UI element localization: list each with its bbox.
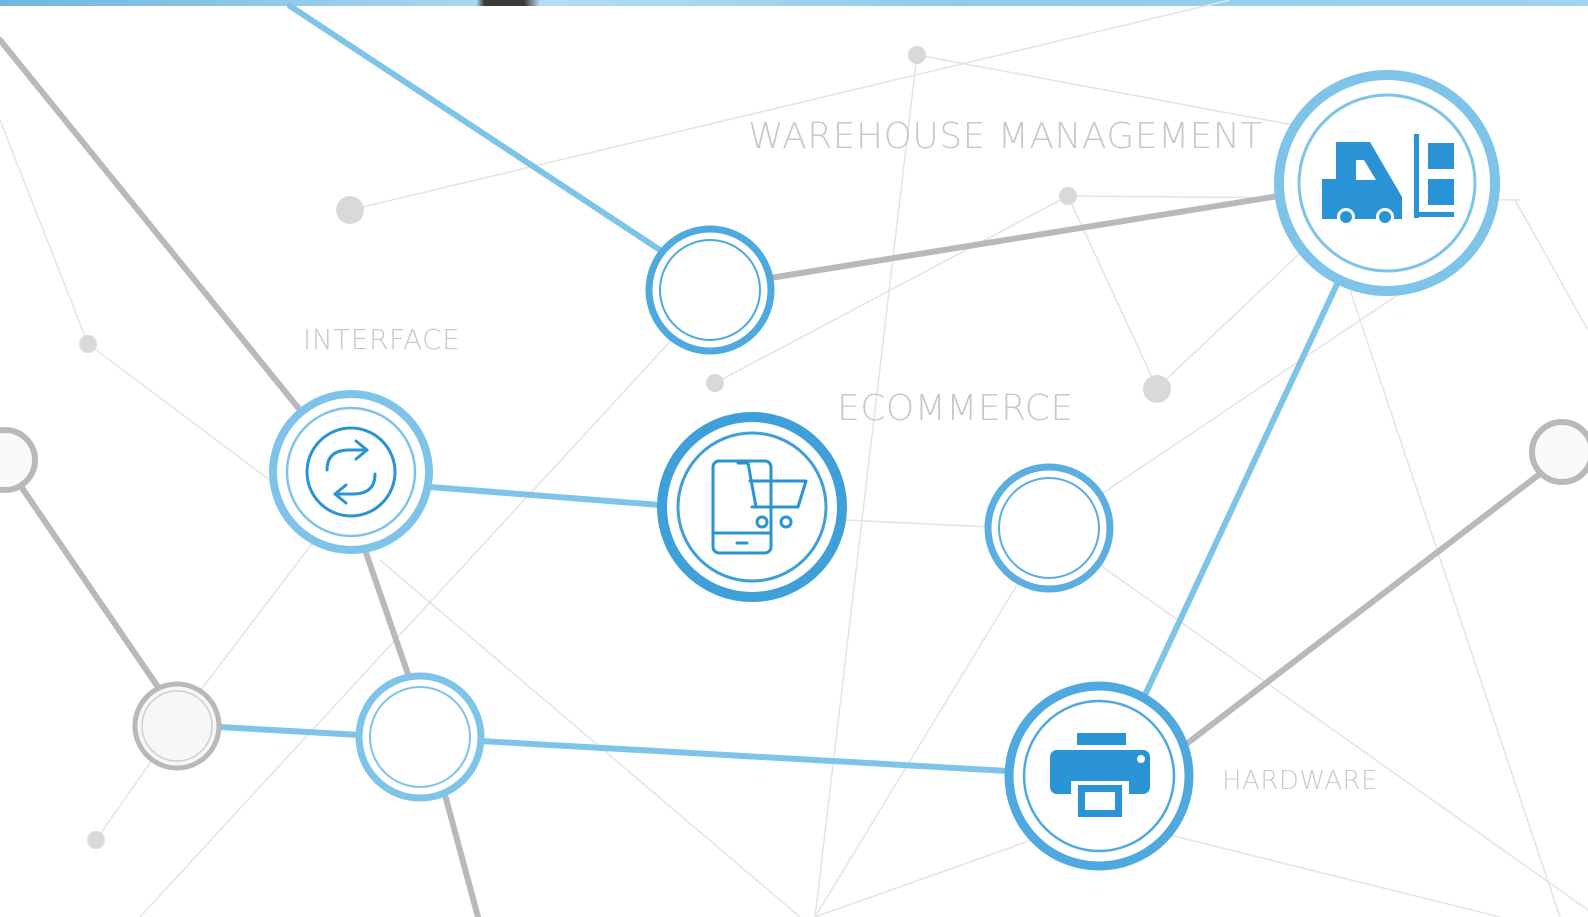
node-interface — [269, 390, 433, 554]
node-bottom-empty — [355, 672, 485, 802]
label-ecommerce: ECOMMERCE — [837, 388, 1074, 429]
network-diagram: WAREHOUSE MANAGEMENT INTERFACE ECOMMERCE… — [0, 0, 1588, 917]
label-interface: INTERFACE — [303, 323, 461, 356]
label-warehouse-management: WAREHOUSE MANAGEMENT — [748, 116, 1263, 157]
node-bottom-left-gray — [132, 681, 222, 771]
label-hardware: HARDWARE — [1222, 766, 1378, 796]
node-middle-empty — [984, 463, 1114, 593]
node-top-empty — [645, 225, 775, 355]
node-left-edge — [0, 427, 38, 493]
node-right-edge — [1529, 419, 1588, 485]
